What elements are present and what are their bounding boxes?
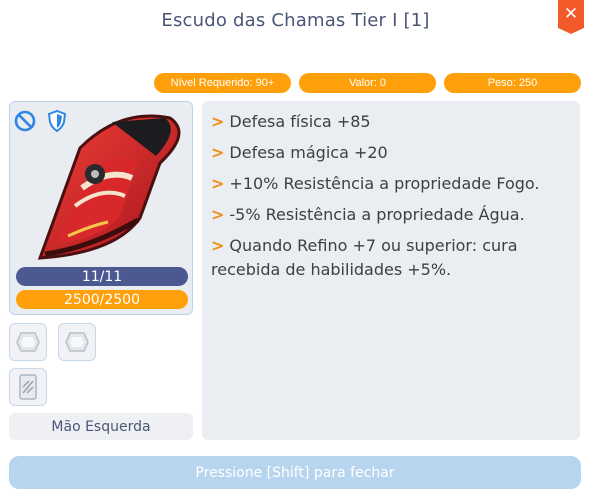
item-effects-panel: > Defesa física +85 > Defesa mágica +20 > +… bbox=[202, 101, 580, 440]
effect-arrow: > bbox=[211, 205, 225, 224]
item-window-title: Escudo das Chamas Tier I [1] bbox=[161, 10, 430, 31]
effect-arrow: > bbox=[211, 174, 225, 193]
value-badge: Valor: 0 bbox=[299, 73, 436, 93]
durability-bar: 11/11 bbox=[16, 267, 188, 286]
required-level-badge: Nível Requerido: 90+ bbox=[154, 73, 291, 93]
card-slot[interactable] bbox=[9, 368, 47, 406]
effect-item: > -5% Resistência a propriedade Água. bbox=[211, 205, 525, 224]
effects-list: > Defesa física +85 > Defesa mágica +20 > +… bbox=[202, 101, 580, 282]
close-icon: ✕ bbox=[563, 4, 579, 24]
hp-bar: 2500/2500 bbox=[16, 290, 188, 309]
close-hint-button[interactable]: Pressione [Shift] para fechar bbox=[9, 456, 581, 489]
weight-badge: Peso: 250 bbox=[444, 73, 581, 93]
item-preview-panel: 11/11 2500/2500 bbox=[9, 101, 193, 315]
equip-slot-label: Mão Esquerda bbox=[9, 413, 193, 440]
effect-arrow: > bbox=[211, 112, 225, 131]
card-slot-3-icon bbox=[19, 374, 37, 400]
effect-arrow: > bbox=[211, 236, 225, 255]
effect-item: > Defesa mágica +20 bbox=[211, 143, 388, 162]
shield-item-icon bbox=[37, 114, 181, 260]
effect-item: > Quando Refino +7 ou superior: cura rece… bbox=[211, 236, 518, 279]
card-slot-2-icon bbox=[65, 332, 89, 352]
effect-item: > +10% Resistência a propriedade Fogo. bbox=[211, 174, 540, 193]
effect-arrow: > bbox=[211, 143, 225, 162]
card-slot-1-icon bbox=[16, 332, 40, 352]
close-button[interactable]: ✕ bbox=[558, 0, 584, 34]
card-slot[interactable] bbox=[9, 323, 47, 361]
effect-item: > Defesa física +85 bbox=[211, 112, 371, 131]
card-slot[interactable] bbox=[58, 323, 96, 361]
